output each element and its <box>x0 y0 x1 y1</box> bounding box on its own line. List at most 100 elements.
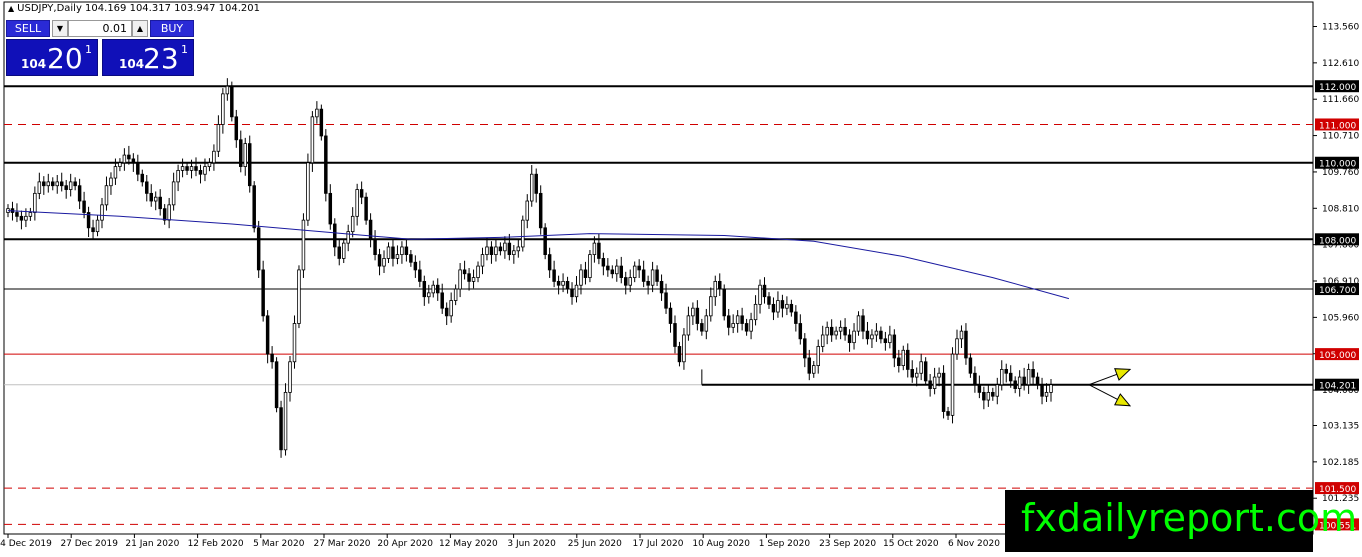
candle-body <box>816 346 820 366</box>
candle-body <box>158 196 162 210</box>
x-tick-label: 21 Jan 2020 <box>125 539 179 549</box>
candle-body <box>301 219 306 271</box>
candle-body <box>570 288 574 298</box>
candle-body <box>583 269 588 278</box>
candle-body <box>373 238 377 256</box>
candle-body <box>847 334 852 344</box>
candle-body <box>959 330 964 340</box>
candle-body <box>176 170 180 183</box>
candle-body <box>897 357 901 366</box>
x-tick-label: 23 Sep 2020 <box>819 539 876 549</box>
symbol-title: ▲ USDJPY,Daily 104.169 104.317 103.947 10… <box>8 3 260 14</box>
candle-body <box>444 307 449 317</box>
candle-body <box>476 265 480 278</box>
chevron-down-icon: ▼ <box>56 24 64 33</box>
candle-body <box>480 254 485 267</box>
x-tick-label: 25 Jun 2020 <box>568 539 622 549</box>
candle-body <box>641 269 646 282</box>
candle-body <box>968 357 973 374</box>
candle-body <box>122 154 127 164</box>
y-tick-label: 103.135 <box>1322 421 1359 431</box>
sell-button[interactable]: SELL <box>6 20 50 37</box>
candle-body <box>632 265 637 278</box>
candle-body <box>883 338 888 344</box>
candle-body <box>225 85 230 95</box>
candle-body <box>749 319 753 332</box>
candle-body <box>879 330 883 340</box>
candle-body <box>525 200 530 221</box>
candle-body <box>422 280 427 298</box>
candle-body <box>471 277 476 282</box>
level-label: 105.000 <box>1319 351 1356 361</box>
candle-body <box>521 219 525 248</box>
candle-body <box>561 280 565 286</box>
candle-body <box>24 215 28 221</box>
candle-body <box>221 93 225 125</box>
candle-body <box>77 185 82 202</box>
candle-body <box>319 108 324 137</box>
x-tick-label: 12 May 2020 <box>439 539 498 549</box>
candle-body <box>453 288 458 301</box>
buy-button[interactable]: BUY <box>150 20 194 37</box>
buy-price-pip: 1 <box>181 43 188 56</box>
candle-body <box>892 334 897 359</box>
candle-body <box>256 227 261 271</box>
arrow-head-up <box>1114 368 1132 381</box>
candle-body <box>431 284 436 294</box>
candle-body <box>212 150 216 164</box>
level-label: 108.000 <box>1319 236 1356 246</box>
candle-body <box>973 372 977 386</box>
chevron-up-icon: ▲ <box>136 24 144 33</box>
buy-price-prefix: 104 <box>119 57 145 71</box>
candle-body <box>932 376 937 389</box>
candle-body <box>19 215 24 221</box>
candle-body <box>33 192 37 213</box>
candle-body <box>767 296 771 305</box>
candle-body <box>42 181 46 187</box>
lot-size-input[interactable]: 0.01 <box>68 20 132 37</box>
chart-canvas: 113.560112.610111.660110.710109.760108.8… <box>0 1 1359 549</box>
sell-price-prefix: 104 <box>21 57 47 71</box>
candle-body <box>306 162 310 221</box>
candle-body <box>283 391 288 451</box>
candle-body <box>413 261 418 271</box>
lot-increase-button[interactable]: ▲ <box>132 20 148 37</box>
candle-body <box>807 357 812 374</box>
candle-body <box>37 181 42 194</box>
candle-body <box>503 242 507 252</box>
candle-body <box>104 185 109 206</box>
candle-body <box>1017 376 1022 389</box>
symbol-line: USDJPY,Daily 104.169 104.317 103.947 104… <box>17 3 260 14</box>
candle-body <box>771 303 776 313</box>
candle-body <box>485 246 489 256</box>
sell-price-button[interactable]: 104 20 1 <box>6 39 98 76</box>
candle-body <box>753 303 758 321</box>
candle-body <box>664 292 668 309</box>
x-tick-label: 3 Jun 2020 <box>507 539 556 549</box>
x-tick-label: 27 Dec 2019 <box>60 539 118 549</box>
candle-body <box>556 280 561 286</box>
candle-body <box>203 166 207 175</box>
triangle-icon[interactable]: ▲ <box>8 4 14 13</box>
candle-body <box>64 185 68 190</box>
candle-body <box>691 307 695 317</box>
buy-price-button[interactable]: 104 23 1 <box>102 39 194 76</box>
candle-body <box>55 181 59 187</box>
candle-body <box>888 334 892 344</box>
candle-body <box>113 166 118 179</box>
candle-body <box>167 204 171 221</box>
arrow-head-down <box>1114 393 1132 407</box>
candle-body <box>946 411 950 416</box>
candle-body <box>127 154 131 160</box>
x-tick-label: 1 Sep 2020 <box>759 539 811 549</box>
candle-body <box>982 391 986 401</box>
candle-body <box>610 269 615 275</box>
plot-frame <box>3 1 1314 535</box>
candle-body <box>359 189 364 198</box>
candle-body <box>1008 372 1013 382</box>
candle-body <box>288 361 292 393</box>
candle-body <box>713 280 718 298</box>
candle-body <box>189 166 194 171</box>
lot-decrease-button[interactable]: ▼ <box>52 20 68 37</box>
candle-body <box>118 162 122 167</box>
